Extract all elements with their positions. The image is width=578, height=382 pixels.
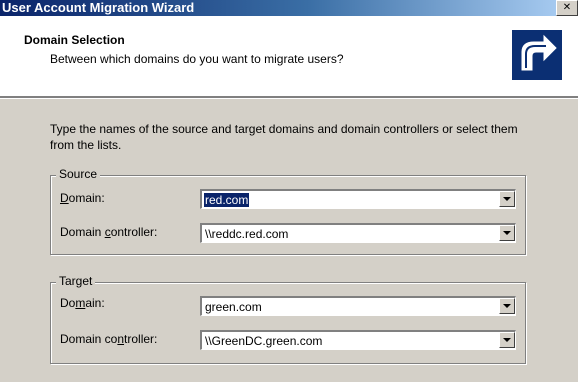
target-dc-label: Domain controller: <box>60 332 157 346</box>
target-domain-label: Domain: <box>60 296 105 310</box>
chevron-down-icon <box>503 338 511 342</box>
window-title-bar[interactable]: User Account Migration Wizard <box>0 0 558 16</box>
source-dc-value: \\reddc.red.com <box>205 227 289 241</box>
target-group-frame <box>50 282 526 364</box>
source-domain-dropdown-button[interactable] <box>499 191 515 207</box>
wizard-arrow-icon <box>512 30 562 80</box>
chevron-down-icon <box>503 197 511 201</box>
target-dc-label-text: troller: <box>124 332 158 346</box>
target-domain-combo[interactable]: green.com <box>200 296 516 316</box>
page-subtitle: Between which domains do you want to mig… <box>50 52 344 66</box>
source-domain-label-text: omain: <box>68 191 105 205</box>
wizard-body: Type the names of the source and target … <box>0 99 578 382</box>
source-group-frame <box>50 175 526 255</box>
target-dc-dropdown-button[interactable] <box>499 332 515 348</box>
target-dc-label-pre: Domain co <box>60 332 118 346</box>
target-domain-label-accel: m <box>75 296 86 310</box>
source-domain-label: Domain: <box>60 191 105 205</box>
wizard-header: Domain Selection Between which domains d… <box>0 17 578 96</box>
target-domain-dropdown-button[interactable] <box>499 298 515 314</box>
source-domain-combo[interactable]: red.com <box>200 189 516 209</box>
source-dc-label: Domain controller: <box>60 225 157 239</box>
source-domain-value: red.com <box>204 193 250 207</box>
target-legend: Target <box>56 274 96 288</box>
source-group: Source Domain: red.com Domain controller… <box>50 167 526 255</box>
target-domain-label-pre: Do <box>60 296 76 310</box>
window-title: User Account Migration Wizard <box>2 0 195 15</box>
target-dc-value: \\GreenDC.green.com <box>205 334 323 348</box>
close-button[interactable]: ✕ <box>556 0 578 16</box>
close-icon: ✕ <box>562 2 572 13</box>
source-dc-dropdown-button[interactable] <box>499 225 515 241</box>
chevron-down-icon <box>503 231 511 235</box>
instructions-text: Type the names of the source and target … <box>50 122 518 152</box>
target-group: Target Domain: green.com Domain controll… <box>50 274 526 364</box>
chevron-down-icon <box>503 304 511 308</box>
source-domain-label-accel: D <box>60 191 69 205</box>
target-domain-label-text: ain: <box>85 296 105 310</box>
source-legend: Source <box>56 167 101 181</box>
source-dc-combo[interactable]: \\reddc.red.com <box>200 223 516 243</box>
source-dc-label-pre: Domain <box>60 225 105 239</box>
source-dc-label-text: ontroller: <box>110 225 158 239</box>
page-title: Domain Selection <box>24 33 125 47</box>
target-domain-value: green.com <box>205 300 262 314</box>
target-dc-combo[interactable]: \\GreenDC.green.com <box>200 330 516 350</box>
